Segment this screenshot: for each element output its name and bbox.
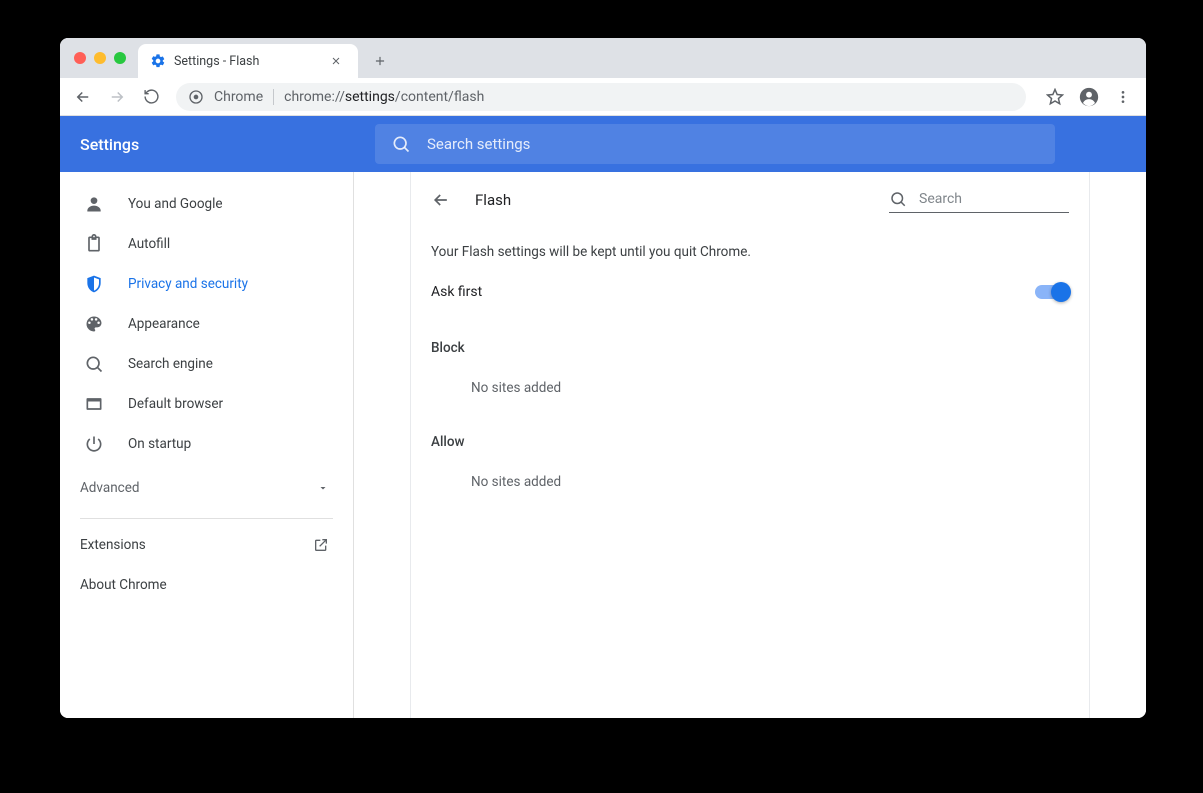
app-body: You and Google Autofill Privacy and secu… [60,172,1146,718]
allow-header: Allow [411,406,1089,458]
app-search-placeholder: Search settings [427,135,530,153]
url-text: chrome://settings/content/flash [284,89,484,105]
palette-icon [84,314,104,334]
section-header: Flash [411,172,1089,228]
page-search[interactable] [889,188,1069,213]
app-title: Settings [80,135,355,154]
person-icon [84,194,104,214]
back-button[interactable] [68,82,98,112]
sidebar-item-label: Appearance [128,316,200,332]
sidebar-about[interactable]: About Chrome [60,565,353,605]
sidebar-item-autofill[interactable]: Autofill [60,224,353,264]
back-arrow-button[interactable] [431,190,451,210]
sidebar-extensions-label: Extensions [80,537,146,553]
chrome-icon [188,89,204,105]
sidebar-item-label: Autofill [128,236,170,252]
search-icon [84,354,104,374]
toolbar: Chrome chrome://settings/content/flash [60,78,1146,116]
block-empty: No sites added [411,364,1089,406]
minimize-window-button[interactable] [94,52,106,64]
new-tab-button[interactable] [366,47,394,75]
sidebar-item-label: Default browser [128,396,223,412]
app-search[interactable]: Search settings [375,124,1055,164]
sidebar-extensions[interactable]: Extensions [60,525,353,565]
browser-window: Settings - Flash Chrome [60,38,1146,718]
open-external-icon [313,537,329,553]
content: Flash Your Flash settings will be kept u… [410,172,1090,718]
sidebar-item-on-startup[interactable]: On startup [60,424,353,464]
sidebar-item-label: Privacy and security [128,276,248,292]
sidebar: You and Google Autofill Privacy and secu… [60,172,354,718]
sidebar-advanced-label: Advanced [80,480,140,496]
address-bar[interactable]: Chrome chrome://settings/content/flash [176,83,1026,111]
sidebar-advanced[interactable]: Advanced [60,464,353,512]
sidebar-about-label: About Chrome [80,577,167,593]
allow-empty: No sites added [411,458,1089,500]
page-title: Flash [475,191,511,209]
chevron-down-icon [317,482,329,494]
forward-button[interactable] [102,82,132,112]
url-prefix: chrome:// [284,89,345,105]
sidebar-item-default-browser[interactable]: Default browser [60,384,353,424]
sidebar-item-you-google[interactable]: You and Google [60,184,353,224]
maximize-window-button[interactable] [114,52,126,64]
ask-first-row: Ask first [411,268,1089,312]
search-icon [391,134,411,154]
sidebar-item-appearance[interactable]: Appearance [60,304,353,344]
tabs: Settings - Flash [138,38,394,78]
sidebar-item-search-engine[interactable]: Search engine [60,344,353,384]
settings-app: Settings Search settings You and Google [60,116,1146,718]
sidebar-item-label: You and Google [128,196,223,212]
close-tab-button[interactable] [326,53,346,69]
shield-icon [84,274,104,294]
window-controls [70,38,138,78]
tab-settings-flash[interactable]: Settings - Flash [138,44,358,78]
url-divider [273,89,274,105]
content-wrap: Flash Your Flash settings will be kept u… [354,172,1146,718]
flash-note: Your Flash settings will be kept until y… [411,228,1089,268]
close-window-button[interactable] [74,52,86,64]
bookmark-button[interactable] [1040,82,1070,112]
tab-title: Settings - Flash [174,54,259,69]
sidebar-separator [80,518,333,519]
block-header: Block [411,312,1089,364]
url-host: settings [345,89,395,105]
sidebar-item-privacy[interactable]: Privacy and security [60,264,353,304]
profile-button[interactable] [1074,82,1104,112]
reload-button[interactable] [136,82,166,112]
menu-button[interactable] [1108,82,1138,112]
tab-strip: Settings - Flash [60,38,1146,78]
browser-icon [84,394,104,414]
ask-first-toggle[interactable] [1035,285,1069,299]
url-scheme-label: Chrome [214,89,263,105]
url-path: /content/flash [395,89,484,105]
sidebar-item-label: On startup [128,436,191,452]
gear-icon [150,53,166,69]
app-header: Settings Search settings [60,116,1146,172]
page-search-input[interactable] [917,190,1069,208]
search-icon [889,190,907,208]
sidebar-item-label: Search engine [128,356,213,372]
power-icon [84,434,104,454]
ask-first-label: Ask first [431,284,482,300]
clipboard-icon [84,234,104,254]
